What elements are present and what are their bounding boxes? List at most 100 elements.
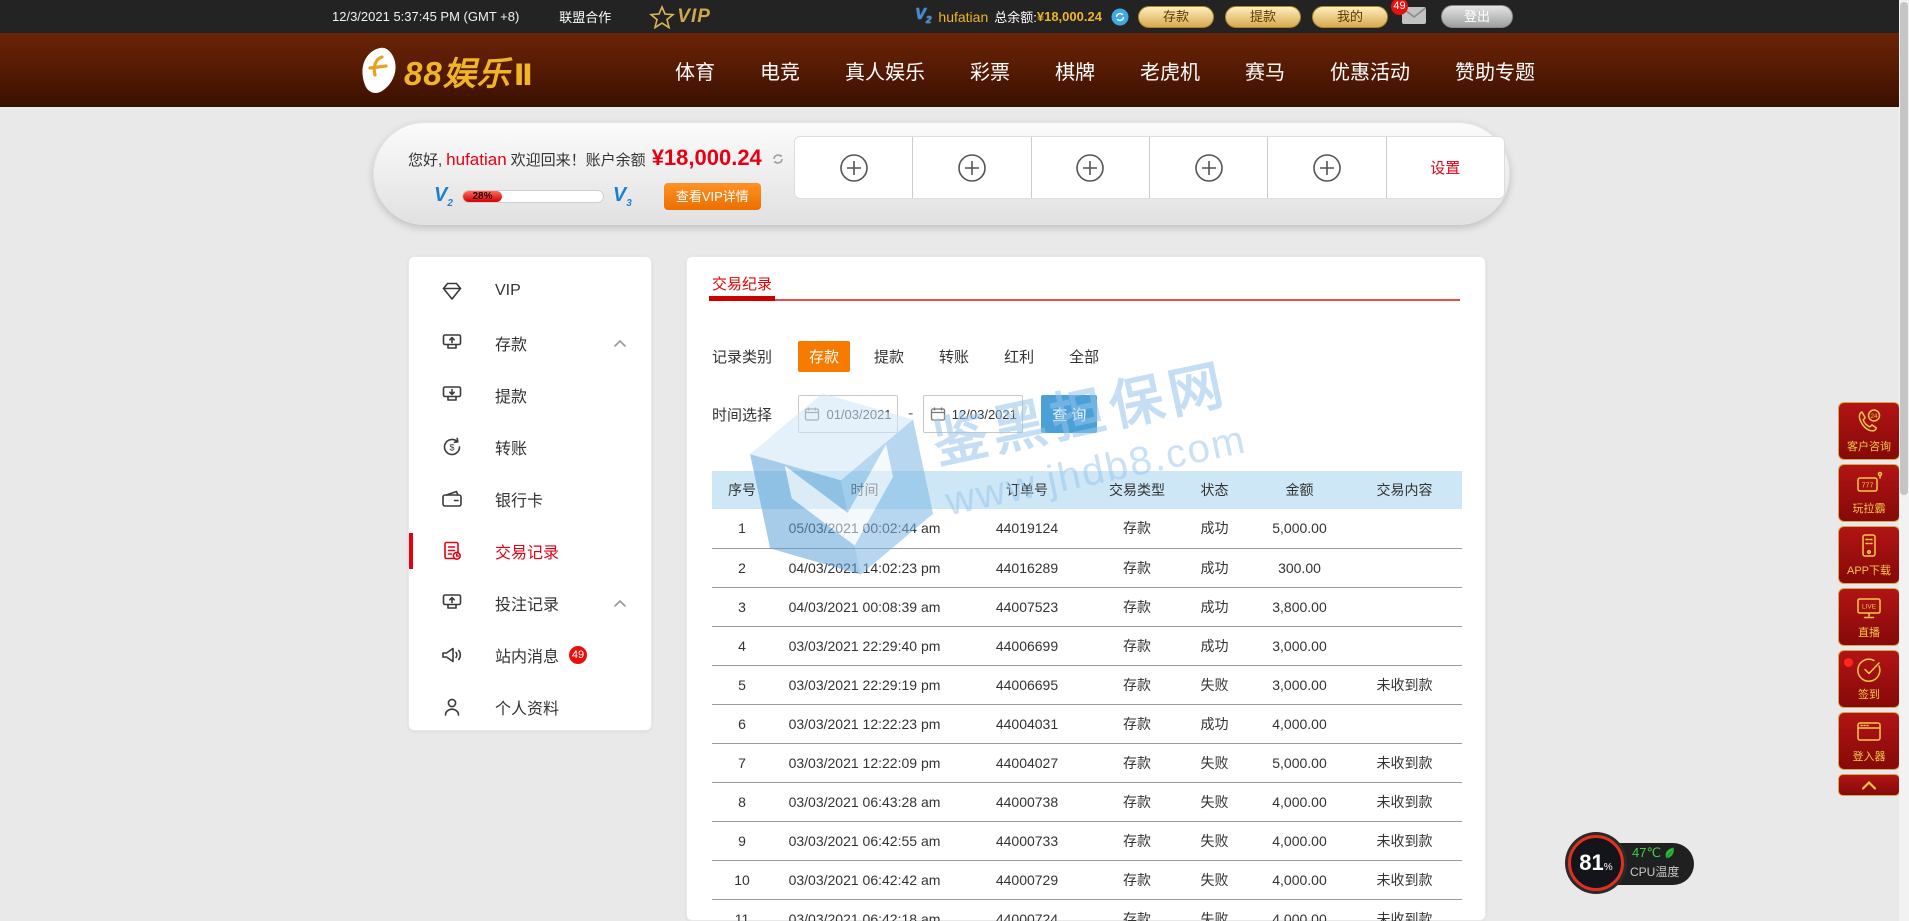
nav-item-promotions[interactable]: 优惠活动 xyxy=(1330,56,1410,85)
quick-actions: 设置 xyxy=(794,136,1505,199)
category-filter-row: 记录类别 存款 提款 转账 红利 全部 xyxy=(712,341,1123,372)
site-logo[interactable]: 88娱乐Ⅱ xyxy=(356,47,534,95)
plus-circle-icon xyxy=(1075,153,1105,183)
category-tab-all[interactable]: 全部 xyxy=(1058,341,1110,372)
status-badge: 失败 xyxy=(1177,821,1252,860)
calendar-icon xyxy=(930,406,946,422)
float-app-download-button[interactable]: APP下载 xyxy=(1838,526,1900,584)
float-slots-button[interactable]: 777 玩拉霸 xyxy=(1838,464,1900,522)
star-icon xyxy=(649,5,675,29)
category-tab-transfer[interactable]: 转账 xyxy=(928,341,980,372)
chevron-up-icon[interactable] xyxy=(613,338,627,348)
mine-button[interactable]: 我的 xyxy=(1312,6,1388,28)
nav-item-sponsorship[interactable]: 赞助专题 xyxy=(1455,56,1535,85)
time-label: 时间选择 xyxy=(712,404,772,425)
sidebar-item-messages[interactable]: 站内消息 49 xyxy=(409,629,651,681)
tab-underline xyxy=(712,299,1460,301)
status-badge: 成功 xyxy=(1177,509,1252,548)
status-badge: 失败 xyxy=(1177,665,1252,704)
table-row: 403/03/2021 22:29:40 pm44006699存款成功3,000… xyxy=(712,626,1462,665)
alliance-link[interactable]: 联盟合作 xyxy=(559,7,611,26)
date-from-input[interactable]: 01/03/2021 xyxy=(798,395,898,433)
float-toolbar: 24 客户咨询 777 玩拉霸 APP下载 LIVE 直播 签到 登入器 xyxy=(1838,402,1900,796)
sidebar-item-bet-records[interactable]: 投注记录 xyxy=(409,577,651,629)
deposit-button[interactable]: 存款 xyxy=(1138,6,1214,28)
mail-icon[interactable]: 49 xyxy=(1401,6,1427,28)
nav-item-board-games[interactable]: 棋牌 xyxy=(1055,56,1095,85)
sidebar-item-transaction-records[interactable]: 交易记录 xyxy=(409,525,651,577)
query-button[interactable]: 查 询 xyxy=(1041,395,1097,433)
vip-progress-fill: 28% xyxy=(463,191,502,202)
svg-text:$: $ xyxy=(449,443,454,453)
brand-text: 88娱乐Ⅱ xyxy=(404,47,534,95)
balance-value: ¥18,000.24 xyxy=(1037,9,1102,24)
vip-logo[interactable]: VIP xyxy=(649,5,711,29)
table-row: 603/03/2021 12:22:23 pm44004031存款成功4,000… xyxy=(712,704,1462,743)
cpu-widget: 81% 47℃ CPU温度 xyxy=(1568,835,1696,892)
quick-add-slot-1[interactable] xyxy=(795,137,913,198)
transfer-icon: $ xyxy=(439,434,465,460)
vip-detail-button[interactable]: 查看VIP详情 xyxy=(664,183,761,210)
float-customer-service-button[interactable]: 24 客户咨询 xyxy=(1838,402,1900,460)
table-row: 1003/03/2021 06:42:42 am44000729存款失败4,00… xyxy=(712,860,1462,899)
sidebar-item-transfer[interactable]: $ 转账 xyxy=(409,421,651,473)
float-checkin-button[interactable]: 签到 xyxy=(1838,650,1900,708)
logout-button[interactable]: 登出 xyxy=(1441,5,1513,28)
quick-add-slot-2[interactable] xyxy=(913,137,1031,198)
smartphone-icon xyxy=(1855,532,1883,560)
header-amount: 金额 xyxy=(1252,471,1347,509)
chevron-up-icon[interactable] xyxy=(613,598,627,608)
sidebar-item-withdraw[interactable]: 提款 xyxy=(409,369,651,421)
quick-add-slot-4[interactable] xyxy=(1150,137,1268,198)
refresh-balance-icon[interactable] xyxy=(1111,8,1129,26)
nav-item-sports[interactable]: 体育 xyxy=(675,56,715,85)
nav-item-horse-racing[interactable]: 赛马 xyxy=(1245,56,1285,85)
category-tab-deposit[interactable]: 存款 xyxy=(798,341,850,372)
withdraw-button[interactable]: 提款 xyxy=(1225,6,1301,28)
float-collapse-button[interactable] xyxy=(1838,774,1900,796)
phone-24-icon: 24 xyxy=(1855,408,1883,436)
nav-menu: 体育 电竞 真人娱乐 彩票 棋牌 老虎机 赛马 优惠活动 赞助专题 xyxy=(675,33,1535,107)
live-monitor-icon: LIVE xyxy=(1855,594,1883,622)
sidebar-item-deposit[interactable]: 存款 xyxy=(409,317,651,369)
header-order: 订单号 xyxy=(957,471,1097,509)
category-tab-withdraw[interactable]: 提款 xyxy=(863,341,915,372)
header-seq: 序号 xyxy=(712,471,772,509)
table-row: 204/03/2021 14:02:23 pm44016289存款成功300.0… xyxy=(712,548,1462,587)
float-live-button[interactable]: LIVE 直播 xyxy=(1838,588,1900,646)
topbar-right: V2 hufatian 总余额: ¥18,000.24 存款 提款 我的 49 … xyxy=(915,5,1513,28)
table-row: 803/03/2021 06:43:28 am44000738存款失败4,000… xyxy=(712,782,1462,821)
quick-settings[interactable]: 设置 xyxy=(1387,137,1504,198)
date-to-input[interactable]: 12/03/2021 xyxy=(923,395,1023,433)
scrollbar-thumb[interactable] xyxy=(1900,2,1908,495)
welcome-panel: 您好,hufatian欢迎回来！账户余额¥18,000.24 V2 28% V3… xyxy=(373,122,1510,225)
table-row: 903/03/2021 06:42:55 am44000733存款失败4,000… xyxy=(712,821,1462,860)
nav-item-lottery[interactable]: 彩票 xyxy=(970,56,1010,85)
nav-item-esports[interactable]: 电竞 xyxy=(760,56,800,85)
calendar-icon xyxy=(804,406,820,422)
float-launcher-button[interactable]: 登入器 xyxy=(1838,712,1900,770)
chevron-up-icon xyxy=(1860,779,1878,791)
sidebar-item-bank-card[interactable]: 银行卡 xyxy=(409,473,651,525)
sidebar-item-vip[interactable]: VIP xyxy=(409,265,651,317)
vip-logo-text: VIP xyxy=(677,6,711,28)
mail-badge: 49 xyxy=(1391,0,1408,15)
table-row: 304/03/2021 00:08:39 am44007523存款成功3,800… xyxy=(712,587,1462,626)
sidebar-item-profile[interactable]: 个人资料 xyxy=(409,681,651,733)
leaf-icon xyxy=(1664,847,1675,860)
nav-item-live-casino[interactable]: 真人娱乐 xyxy=(845,56,925,85)
nav-item-slots[interactable]: 老虎机 xyxy=(1140,56,1200,85)
quick-add-slot-3[interactable] xyxy=(1032,137,1150,198)
transaction-record-icon xyxy=(439,538,465,564)
table-row: 703/03/2021 12:22:09 pm44004027存款失败5,000… xyxy=(712,743,1462,782)
header-time: 时间 xyxy=(772,471,957,509)
tab-transaction-records[interactable]: 交易纪录 xyxy=(712,273,772,294)
quick-add-slot-5[interactable] xyxy=(1268,137,1386,198)
plus-circle-icon xyxy=(957,153,987,183)
category-tab-bonus[interactable]: 红利 xyxy=(993,341,1045,372)
logo-swoosh-icon xyxy=(356,47,400,95)
header-status: 状态 xyxy=(1177,471,1252,509)
vip-progress-bar: 28% xyxy=(462,190,604,203)
sidebar: VIP 存款 提款 $ 转账 银行卡 交易记录 投注记录 站内消息 49 个人资… xyxy=(408,256,652,731)
refresh-account-icon[interactable] xyxy=(770,151,786,171)
